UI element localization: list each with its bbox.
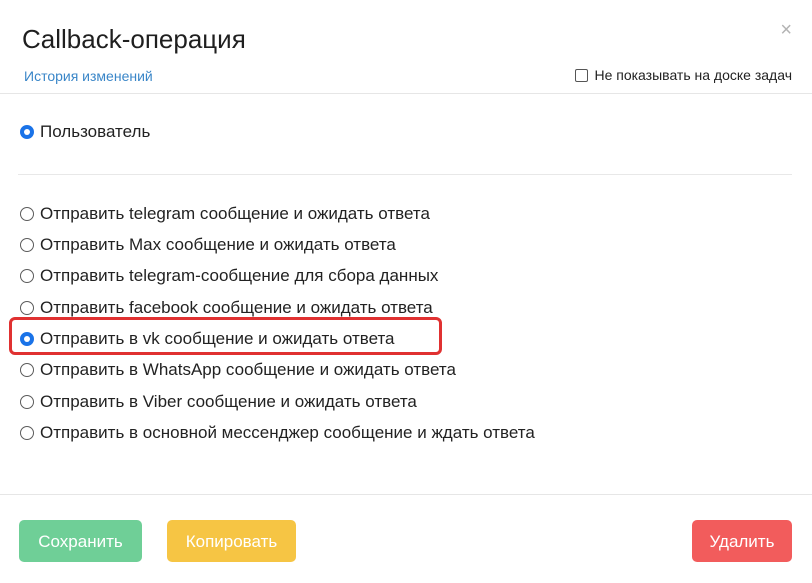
radio-option-label: Отправить Max сообщение и ожидать ответа xyxy=(40,235,396,254)
dialog-title: Callback-операция xyxy=(22,24,246,54)
radio-icon[interactable] xyxy=(20,363,34,377)
history-link[interactable]: История изменений xyxy=(24,67,153,85)
radio-option-main-messenger[interactable]: Отправить в основной мессенджер сообщени… xyxy=(20,422,535,444)
radio-option-label: Отправить в основной мессенджер сообщени… xyxy=(40,423,535,442)
hide-board-label: Не показывать на доске задач xyxy=(594,67,792,83)
radio-option-telegram[interactable]: Отправить telegram сообщение и ожидать о… xyxy=(20,203,430,225)
radio-icon[interactable] xyxy=(20,269,34,283)
radio-option-vk[interactable]: Отправить в vk сообщение и ожидать ответ… xyxy=(20,328,395,350)
radio-option-label: Отправить в WhatsApp сообщение и ожидать… xyxy=(40,360,456,379)
radio-icon[interactable] xyxy=(20,238,34,252)
radio-icon[interactable] xyxy=(20,395,34,409)
radio-option-max[interactable]: Отправить Max сообщение и ожидать ответа xyxy=(20,234,396,256)
close-icon[interactable]: × xyxy=(780,18,792,42)
radio-option-label: Отправить telegram-сообщение для сбора д… xyxy=(40,266,439,285)
radio-option-whatsapp[interactable]: Отправить в WhatsApp сообщение и ожидать… xyxy=(20,359,456,381)
copy-button[interactable]: Копировать xyxy=(167,520,296,562)
radio-option-label: Отправить facebook сообщение и ожидать о… xyxy=(40,298,433,317)
header-divider xyxy=(0,93,812,94)
radio-icon[interactable] xyxy=(20,426,34,440)
section-divider xyxy=(18,174,792,175)
callback-operation-dialog: Callback-операция × История изменений Не… xyxy=(0,0,812,583)
radio-option-label: Отправить telegram сообщение и ожидать о… xyxy=(40,204,430,223)
radio-user[interactable]: Пользователь xyxy=(20,121,150,143)
footer-divider xyxy=(0,494,812,495)
hide-board-checkbox[interactable]: Не показывать на доске задач xyxy=(575,66,792,84)
radio-checked-icon[interactable] xyxy=(20,125,34,139)
radio-option-label: Отправить в Viber сообщение и ожидать от… xyxy=(40,392,417,411)
radio-option-telegram-data[interactable]: Отправить telegram-сообщение для сбора д… xyxy=(20,265,438,287)
checkbox-icon[interactable] xyxy=(575,68,589,82)
radio-icon[interactable] xyxy=(20,207,34,221)
radio-option-label: Отправить в vk сообщение и ожидать ответ… xyxy=(40,329,395,348)
radio-option-facebook[interactable]: Отправить facebook сообщение и ожидать о… xyxy=(20,297,433,319)
radio-option-viber[interactable]: Отправить в Viber сообщение и ожидать от… xyxy=(20,391,417,413)
radio-checked-icon[interactable] xyxy=(20,332,34,346)
radio-icon[interactable] xyxy=(20,301,34,315)
radio-user-label: Пользователь xyxy=(40,122,151,141)
delete-button[interactable]: Удалить xyxy=(692,520,792,562)
save-button[interactable]: Сохранить xyxy=(19,520,142,562)
